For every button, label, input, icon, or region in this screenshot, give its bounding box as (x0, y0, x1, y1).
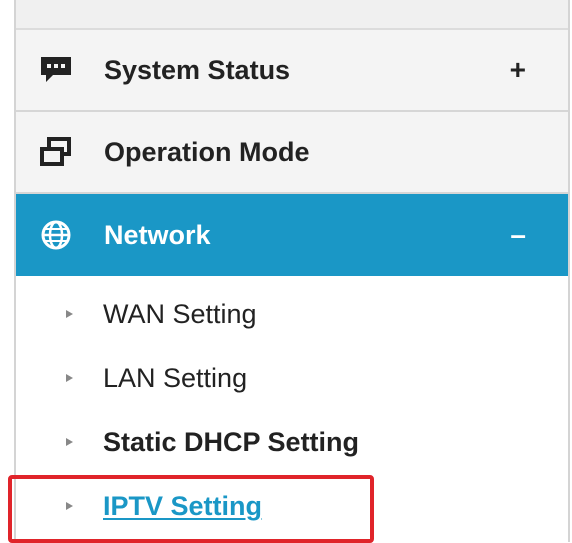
menu-network[interactable]: Network – (16, 194, 568, 276)
sidebar-top-strip (16, 0, 568, 30)
submenu-item-lan-setting[interactable]: LAN Setting (16, 346, 568, 410)
submenu-item-wan-setting[interactable]: WAN Setting (16, 282, 568, 346)
collapse-icon[interactable]: – (510, 219, 526, 251)
menu-operation-mode[interactable]: Operation Mode (16, 112, 568, 194)
submenu-item-label: LAN Setting (103, 362, 248, 393)
bullet-icon (66, 438, 73, 446)
chat-bubble-icon (38, 52, 74, 88)
globe-icon (38, 217, 74, 253)
bullet-icon (66, 310, 73, 318)
expand-icon[interactable]: + (510, 54, 526, 86)
menu-network-label: Network (104, 219, 211, 250)
submenu-item-label: Static DHCP Setting (103, 426, 360, 457)
highlight-box (8, 475, 374, 543)
sidebar-menu: System Status + Operation Mode Network – (8, 0, 570, 543)
submenu-item-label: WAN Setting (103, 298, 257, 329)
menu-operation-mode-label: Operation Mode (104, 136, 310, 167)
network-submenu: WAN Setting LAN Setting Static DHCP Sett… (8, 276, 568, 543)
windows-icon (38, 134, 74, 170)
submenu-item-iptv-setting[interactable]: IPTV Setting (8, 474, 568, 543)
bullet-icon (66, 374, 73, 382)
menu-system-status-label: System Status (104, 54, 291, 85)
menu-system-status[interactable]: System Status + (16, 30, 568, 112)
submenu-item-static-dhcp-setting[interactable]: Static DHCP Setting (16, 410, 568, 474)
